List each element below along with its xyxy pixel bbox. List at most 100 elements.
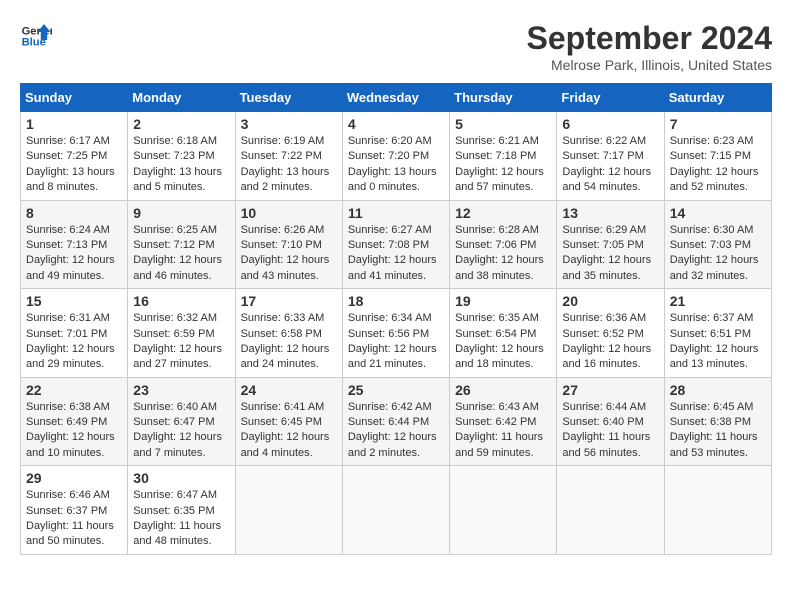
day-info: Sunrise: 6:38 AM Sunset: 6:49 PM Dayligh… bbox=[26, 400, 122, 462]
sunrise-label: Sunrise: 6:34 AM bbox=[348, 312, 432, 324]
day-info: Sunrise: 6:47 AM Sunset: 6:35 PM Dayligh… bbox=[133, 488, 229, 550]
daylight-label: Daylight: 12 hours and 38 minutes. bbox=[455, 254, 544, 281]
sunrise-label: Sunrise: 6:25 AM bbox=[133, 224, 217, 236]
calendar-week-1: 1 Sunrise: 6:17 AM Sunset: 7:25 PM Dayli… bbox=[21, 112, 772, 201]
weekday-header-saturday: Saturday bbox=[664, 84, 771, 112]
calendar-cell bbox=[450, 466, 557, 555]
day-info: Sunrise: 6:19 AM Sunset: 7:22 PM Dayligh… bbox=[241, 134, 337, 196]
day-number: 2 bbox=[133, 116, 229, 132]
day-info: Sunrise: 6:35 AM Sunset: 6:54 PM Dayligh… bbox=[455, 311, 551, 373]
sunrise-label: Sunrise: 6:22 AM bbox=[562, 135, 646, 147]
daylight-label: Daylight: 13 hours and 2 minutes. bbox=[241, 166, 330, 193]
day-info: Sunrise: 6:34 AM Sunset: 6:56 PM Dayligh… bbox=[348, 311, 444, 373]
daylight-label: Daylight: 13 hours and 8 minutes. bbox=[26, 166, 115, 193]
day-info: Sunrise: 6:18 AM Sunset: 7:23 PM Dayligh… bbox=[133, 134, 229, 196]
daylight-label: Daylight: 12 hours and 49 minutes. bbox=[26, 254, 115, 281]
calendar-cell: 17 Sunrise: 6:33 AM Sunset: 6:58 PM Dayl… bbox=[235, 289, 342, 378]
sunrise-label: Sunrise: 6:23 AM bbox=[670, 135, 754, 147]
calendar-cell: 14 Sunrise: 6:30 AM Sunset: 7:03 PM Dayl… bbox=[664, 200, 771, 289]
daylight-label: Daylight: 12 hours and 52 minutes. bbox=[670, 166, 759, 193]
sunset-label: Sunset: 6:52 PM bbox=[562, 328, 643, 340]
sunset-label: Sunset: 7:08 PM bbox=[348, 239, 429, 251]
daylight-label: Daylight: 13 hours and 0 minutes. bbox=[348, 166, 437, 193]
daylight-label: Daylight: 12 hours and 10 minutes. bbox=[26, 431, 115, 458]
sunset-label: Sunset: 7:01 PM bbox=[26, 328, 107, 340]
sunrise-label: Sunrise: 6:41 AM bbox=[241, 401, 325, 413]
day-info: Sunrise: 6:37 AM Sunset: 6:51 PM Dayligh… bbox=[670, 311, 766, 373]
calendar-cell: 15 Sunrise: 6:31 AM Sunset: 7:01 PM Dayl… bbox=[21, 289, 128, 378]
sunset-label: Sunset: 7:18 PM bbox=[455, 150, 536, 162]
weekday-header-tuesday: Tuesday bbox=[235, 84, 342, 112]
sunset-label: Sunset: 6:56 PM bbox=[348, 328, 429, 340]
calendar-cell: 9 Sunrise: 6:25 AM Sunset: 7:12 PM Dayli… bbox=[128, 200, 235, 289]
calendar-cell: 22 Sunrise: 6:38 AM Sunset: 6:49 PM Dayl… bbox=[21, 377, 128, 466]
sunset-label: Sunset: 6:40 PM bbox=[562, 416, 643, 428]
day-number: 21 bbox=[670, 293, 766, 309]
calendar-cell: 29 Sunrise: 6:46 AM Sunset: 6:37 PM Dayl… bbox=[21, 466, 128, 555]
day-info: Sunrise: 6:44 AM Sunset: 6:40 PM Dayligh… bbox=[562, 400, 658, 462]
sunrise-label: Sunrise: 6:27 AM bbox=[348, 224, 432, 236]
sunset-label: Sunset: 6:49 PM bbox=[26, 416, 107, 428]
sunrise-label: Sunrise: 6:26 AM bbox=[241, 224, 325, 236]
sunrise-label: Sunrise: 6:24 AM bbox=[26, 224, 110, 236]
sunrise-label: Sunrise: 6:30 AM bbox=[670, 224, 754, 236]
daylight-label: Daylight: 11 hours and 50 minutes. bbox=[26, 520, 114, 547]
sunset-label: Sunset: 6:35 PM bbox=[133, 505, 214, 517]
calendar-cell: 11 Sunrise: 6:27 AM Sunset: 7:08 PM Dayl… bbox=[342, 200, 449, 289]
sunrise-label: Sunrise: 6:17 AM bbox=[26, 135, 110, 147]
daylight-label: Daylight: 11 hours and 53 minutes. bbox=[670, 431, 758, 458]
day-number: 26 bbox=[455, 382, 551, 398]
day-number: 16 bbox=[133, 293, 229, 309]
calendar-cell: 28 Sunrise: 6:45 AM Sunset: 6:38 PM Dayl… bbox=[664, 377, 771, 466]
day-number: 1 bbox=[26, 116, 122, 132]
weekday-header-monday: Monday bbox=[128, 84, 235, 112]
calendar-cell bbox=[557, 466, 664, 555]
daylight-label: Daylight: 12 hours and 24 minutes. bbox=[241, 343, 330, 370]
calendar-cell: 21 Sunrise: 6:37 AM Sunset: 6:51 PM Dayl… bbox=[664, 289, 771, 378]
day-info: Sunrise: 6:27 AM Sunset: 7:08 PM Dayligh… bbox=[348, 223, 444, 285]
sunset-label: Sunset: 7:22 PM bbox=[241, 150, 322, 162]
page-title: September 2024 bbox=[527, 20, 772, 57]
calendar-cell: 30 Sunrise: 6:47 AM Sunset: 6:35 PM Dayl… bbox=[128, 466, 235, 555]
day-number: 20 bbox=[562, 293, 658, 309]
sunrise-label: Sunrise: 6:44 AM bbox=[562, 401, 646, 413]
day-number: 14 bbox=[670, 205, 766, 221]
logo-icon: General Blue bbox=[20, 20, 52, 52]
calendar-cell: 3 Sunrise: 6:19 AM Sunset: 7:22 PM Dayli… bbox=[235, 112, 342, 201]
calendar-cell: 18 Sunrise: 6:34 AM Sunset: 6:56 PM Dayl… bbox=[342, 289, 449, 378]
calendar-cell: 4 Sunrise: 6:20 AM Sunset: 7:20 PM Dayli… bbox=[342, 112, 449, 201]
sunset-label: Sunset: 6:58 PM bbox=[241, 328, 322, 340]
day-info: Sunrise: 6:43 AM Sunset: 6:42 PM Dayligh… bbox=[455, 400, 551, 462]
calendar-cell: 24 Sunrise: 6:41 AM Sunset: 6:45 PM Dayl… bbox=[235, 377, 342, 466]
calendar-cell: 2 Sunrise: 6:18 AM Sunset: 7:23 PM Dayli… bbox=[128, 112, 235, 201]
day-info: Sunrise: 6:22 AM Sunset: 7:17 PM Dayligh… bbox=[562, 134, 658, 196]
daylight-label: Daylight: 12 hours and 32 minutes. bbox=[670, 254, 759, 281]
sunrise-label: Sunrise: 6:35 AM bbox=[455, 312, 539, 324]
sunrise-label: Sunrise: 6:18 AM bbox=[133, 135, 217, 147]
day-number: 3 bbox=[241, 116, 337, 132]
sunset-label: Sunset: 7:06 PM bbox=[455, 239, 536, 251]
daylight-label: Daylight: 12 hours and 43 minutes. bbox=[241, 254, 330, 281]
day-number: 30 bbox=[133, 470, 229, 486]
sunset-label: Sunset: 7:23 PM bbox=[133, 150, 214, 162]
day-info: Sunrise: 6:36 AM Sunset: 6:52 PM Dayligh… bbox=[562, 311, 658, 373]
day-number: 17 bbox=[241, 293, 337, 309]
day-info: Sunrise: 6:30 AM Sunset: 7:03 PM Dayligh… bbox=[670, 223, 766, 285]
day-number: 9 bbox=[133, 205, 229, 221]
daylight-label: Daylight: 12 hours and 54 minutes. bbox=[562, 166, 651, 193]
sunrise-label: Sunrise: 6:32 AM bbox=[133, 312, 217, 324]
weekday-header-friday: Friday bbox=[557, 84, 664, 112]
sunrise-label: Sunrise: 6:47 AM bbox=[133, 489, 217, 501]
calendar-cell: 23 Sunrise: 6:40 AM Sunset: 6:47 PM Dayl… bbox=[128, 377, 235, 466]
day-number: 19 bbox=[455, 293, 551, 309]
day-number: 4 bbox=[348, 116, 444, 132]
calendar-week-5: 29 Sunrise: 6:46 AM Sunset: 6:37 PM Dayl… bbox=[21, 466, 772, 555]
sunrise-label: Sunrise: 6:40 AM bbox=[133, 401, 217, 413]
sunset-label: Sunset: 7:20 PM bbox=[348, 150, 429, 162]
calendar-cell bbox=[235, 466, 342, 555]
day-number: 10 bbox=[241, 205, 337, 221]
day-number: 7 bbox=[670, 116, 766, 132]
calendar-cell bbox=[664, 466, 771, 555]
weekday-header-row: SundayMondayTuesdayWednesdayThursdayFrid… bbox=[21, 84, 772, 112]
calendar-cell: 26 Sunrise: 6:43 AM Sunset: 6:42 PM Dayl… bbox=[450, 377, 557, 466]
